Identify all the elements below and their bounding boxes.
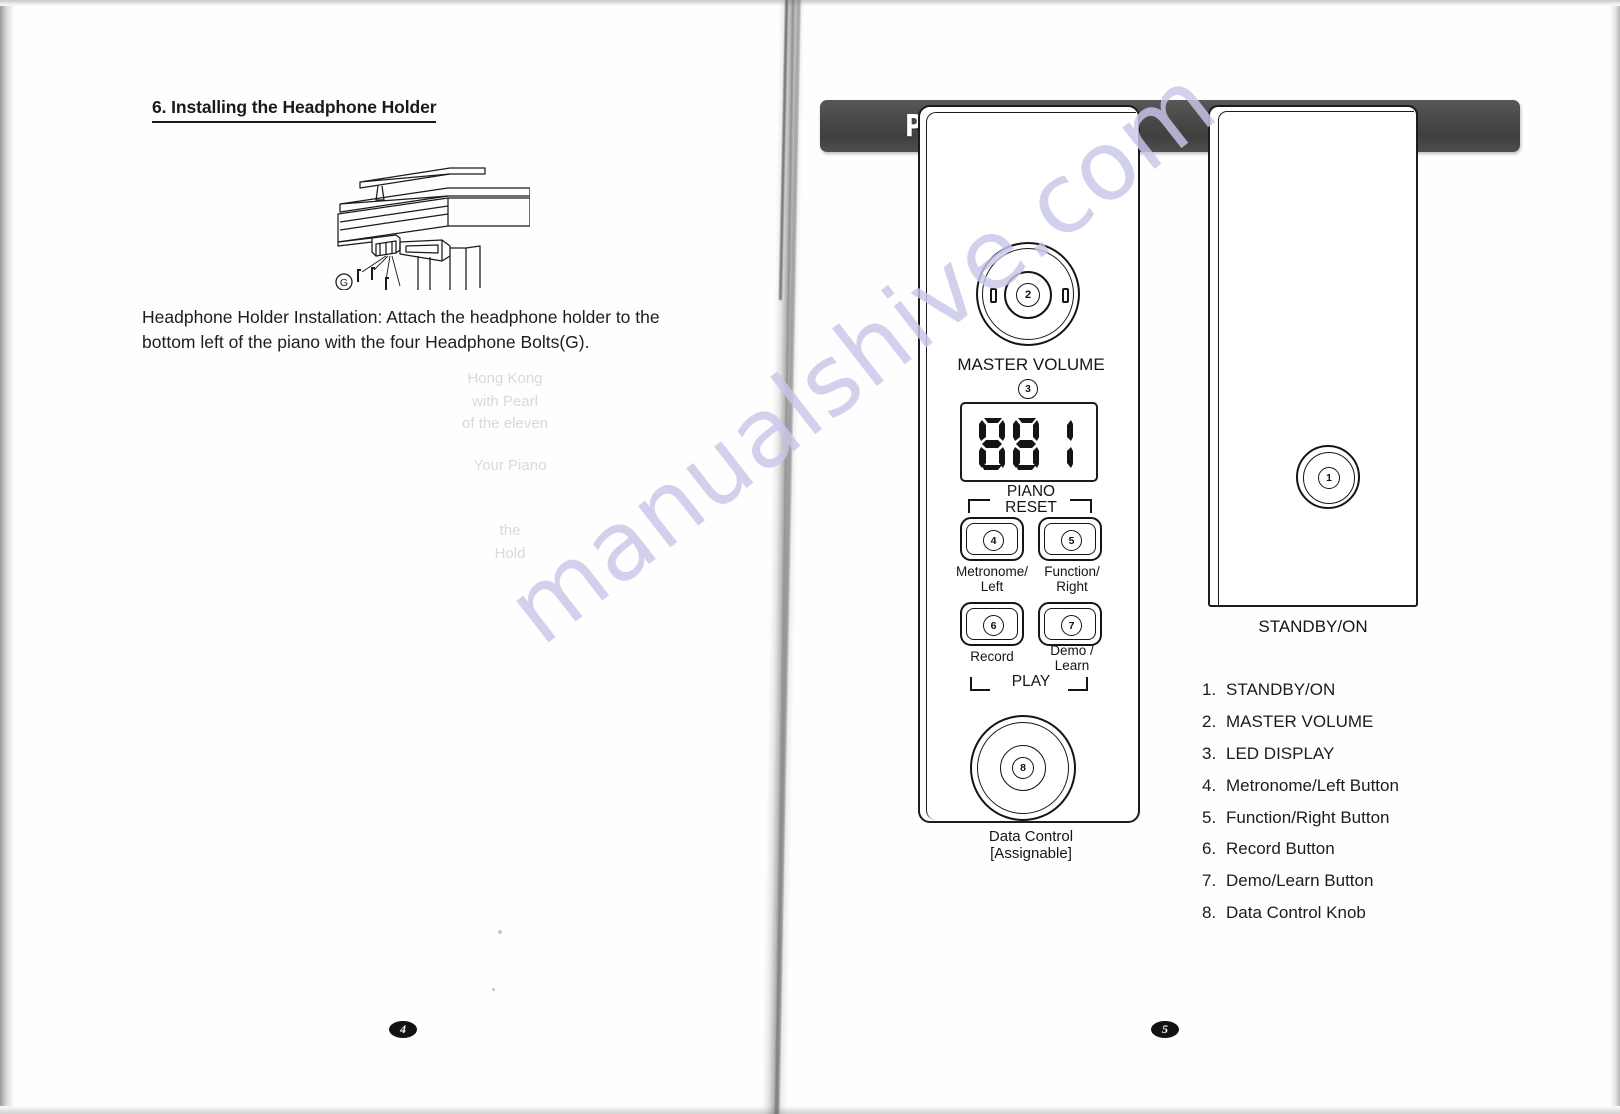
legend-label: Function/Right Button [1226,807,1390,827]
marker-1: 1 [1318,467,1340,489]
function-right-label-line-1: Function/ [1044,564,1100,579]
instruction-line-2: bottom left of the piano with the four H… [142,331,590,352]
marker-8: 8 [1012,757,1034,779]
control-panel-diagram: 2 MASTER VOLUME 3 PIANO RESET 4 Metronom… [918,105,1142,861]
piano-reset-line-1: PIANO [1006,483,1056,500]
headphone-holder-figure: G [300,160,531,291]
marker-7: 7 [1061,615,1082,636]
legend-number: 4. [1202,775,1217,795]
standby-on-label: STANDBY/ON [1258,617,1368,636]
scan-speck [498,930,502,934]
marker-5: 5 [1061,530,1082,551]
legend-number: 1. [1202,680,1217,699]
demo-learn-button-label: Demo / Learn [1020,643,1124,673]
instruction-line-1: Headphone Holder Installation: Attach th… [142,307,660,327]
instruction-text: Headphone Holder Installation: Attach th… [142,305,687,355]
left-page: 6. Installing the Headphone Holder G Hea… [0,0,780,1114]
legend-number: 5. [1202,807,1217,827]
legend-label: Data Control Knob [1226,903,1366,923]
data-control-label: Data Control [Assignable] [920,828,1142,862]
marker-4: 4 [983,530,1004,551]
knob-tick-right [1062,288,1069,303]
right-page: Panel Control 2 MASTER VOLUME 3 [790,0,1620,1114]
master-volume-label: MASTER VOLUME [957,355,1105,374]
legend-item: 3. LED DISPLAY [1202,744,1582,764]
page-title: 6. Installing the Headphone Holder [152,97,437,123]
record-button[interactable]: 6 [960,602,1024,646]
legend-item: 7. Demo/Learn Button [1202,871,1582,891]
piano-reset-line-2: RESET [1005,498,1057,516]
play-label: PLAY [1011,673,1051,690]
standby-panel-inner-edge [1218,111,1414,607]
marker-6: 6 [983,615,1004,636]
led-display [960,402,1098,482]
demo-learn-label-line-1: Demo / [1050,643,1094,658]
legend-label: MASTER VOLUME [1226,711,1374,731]
legend-item: 6. Record Button [1202,839,1582,859]
scan-speck [492,988,495,991]
led-display-digits [979,418,1073,470]
legend-number: 7. [1202,871,1217,891]
metronome-left-button[interactable]: 4 [960,517,1024,561]
legend-label: LED DISPLAY [1226,743,1335,763]
play-bracket-right [1068,677,1088,691]
legend-item: 8. Data Control Knob [1202,903,1582,923]
bleed-through-text: the Hold [494,522,526,562]
bleed-through-text: Your Piano [473,457,547,474]
data-control-line-1: Data Control [988,828,1074,845]
legend-number: 8. [1202,903,1217,923]
piano-reset-label: PIANO RESET [920,484,1142,516]
legend-number: 2. [1202,711,1217,731]
marker-2: 2 [1016,283,1040,307]
legend-item: 4. Metronome/Left Button [1202,776,1582,796]
piano-reset-bracket-left [968,499,990,513]
demo-learn-label-line-2: Learn [1054,657,1090,673]
function-right-label-line-2: Right [1056,578,1088,594]
standby-panel-diagram: 1 [1208,105,1418,607]
standby-on-button[interactable]: 1 [1296,445,1360,509]
legend-item: 1. STANDBY/ON [1202,680,1582,700]
function-right-button-label: Function/ Right [1020,564,1124,594]
page-number-badge-left: 4 [389,1021,417,1038]
panel-legend-list: 1. STANDBY/ON 2. MASTER VOLUME 3. LED DI… [1202,680,1582,935]
legend-item: 2. MASTER VOLUME [1202,712,1582,732]
legend-number: 3. [1202,743,1217,763]
master-volume-knob[interactable]: 2 [976,242,1080,346]
piano-reset-bracket-right [1070,499,1092,513]
legend-label: Record Button [1226,839,1335,859]
marker-3: 3 [1018,379,1038,399]
demo-learn-button[interactable]: 7 [1038,602,1102,646]
legend-label: Demo/Learn Button [1226,871,1374,891]
data-control-knob[interactable]: 8 [970,715,1076,821]
function-right-button[interactable]: 5 [1038,517,1102,561]
legend-label: Metronome/Left Button [1226,775,1399,795]
data-control-line-2: [Assignable] [990,844,1072,862]
legend-label: STANDBY/ON [1226,680,1336,699]
legend-number: 6. [1202,839,1217,859]
bleed-through-text: Hong Kong with Pearl of the eleven [462,370,548,432]
callout-label-g: G [340,277,348,289]
headphone-holder-illustration: G [335,167,531,291]
legend-item: 5. Function/Right Button [1202,808,1582,828]
knob-tick-left [990,288,997,303]
page-number-badge-right: 5 [1151,1021,1179,1038]
scanned-manual-spread: 6. Installing the Headphone Holder G Hea… [0,0,1620,1114]
